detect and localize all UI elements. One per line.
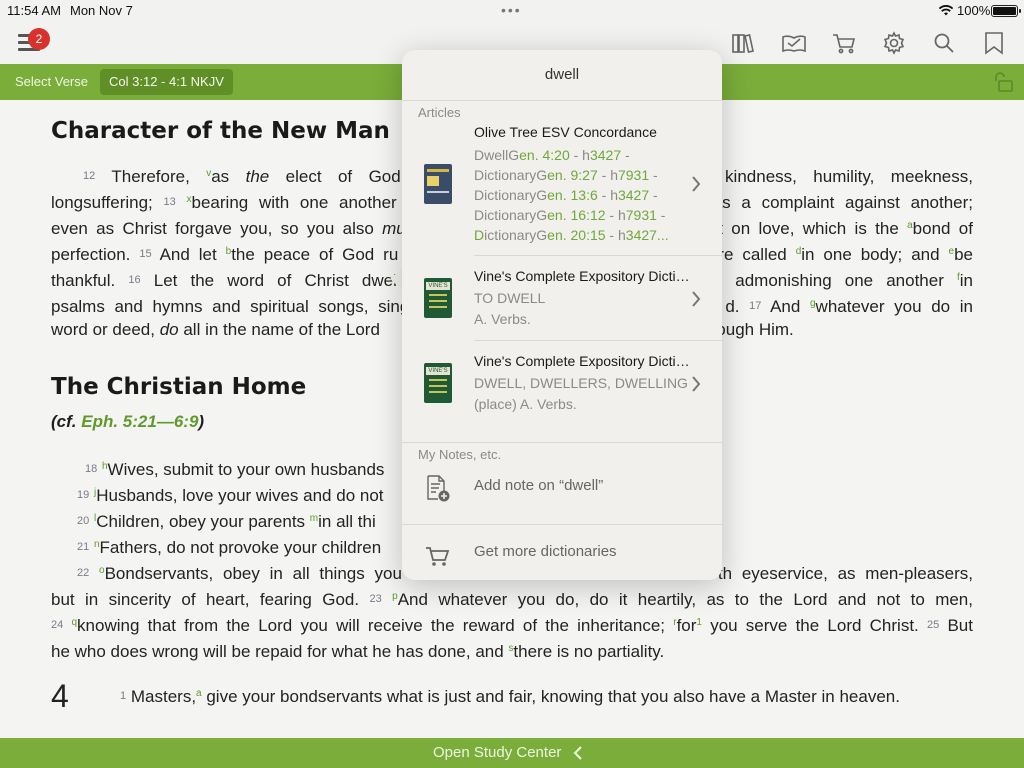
open-study-center-button[interactable]: Open Study Center xyxy=(433,744,561,761)
text-line[interactable]: but in sincerity of heart, fearing God. … xyxy=(51,584,973,610)
chapter-number: 4 xyxy=(51,678,69,714)
wifi-icon xyxy=(938,5,954,16)
text-line[interactable]: he who does wrong will be repaid for wha… xyxy=(51,636,973,662)
section-heading: Character of the New Man xyxy=(51,118,390,144)
article-entry-vines-to-dwell[interactable]: VINE'S Vine's Complete Expository Dictio… xyxy=(402,268,722,340)
chevron-right-icon xyxy=(692,176,701,192)
article-snippet: DwellGen. 4:20 - h3427 - xyxy=(474,147,630,163)
store-cart-icon[interactable] xyxy=(831,31,857,55)
text-line[interactable]: 24 qknowing that from the Lord you will … xyxy=(51,610,973,636)
article-snippet: DictionaryGen. 13:6 - h3427 - xyxy=(474,187,658,203)
article-entry-concordance[interactable]: Olive Tree ESV Concordance DwellGen. 4:2… xyxy=(402,122,722,256)
divider xyxy=(474,255,722,256)
article-snippet: (place) A. Verbs. xyxy=(474,396,577,412)
vines-book-cover-icon: VINE'S xyxy=(424,278,452,318)
notification-badge: 2 xyxy=(28,28,50,50)
reference-selector[interactable]: Col 3:12 - 4:1 NKJV xyxy=(100,69,233,95)
store-cart-icon xyxy=(426,547,450,566)
article-snippet: TO DWELL xyxy=(474,290,546,306)
reading-plan-icon[interactable] xyxy=(781,31,807,55)
article-snippet: DictionaryGen. 16:12 - h7931 - xyxy=(474,207,666,223)
lock-icon[interactable] xyxy=(990,71,1014,93)
divider xyxy=(402,524,722,525)
bookmark-icon[interactable] xyxy=(981,31,1007,55)
article-title: Vine's Complete Expository Dictionary xyxy=(474,353,690,369)
articles-section-label: Articles xyxy=(418,105,461,120)
status-bar: 11:54 AM Mon Nov 7 ••• 100% xyxy=(0,0,1024,22)
divider xyxy=(474,340,722,341)
get-more-dictionaries-button[interactable]: Get more dictionaries xyxy=(402,530,722,574)
vines-book-cover-icon: VINE'S xyxy=(424,363,452,403)
article-snippet: A. Verbs. xyxy=(474,311,531,327)
battery-icon xyxy=(991,5,1021,17)
cross-reference[interactable]: (cf. Eph. 5:21—6:9) xyxy=(51,412,204,432)
add-note-button[interactable]: Add note on “dwell” xyxy=(402,464,722,508)
article-entry-vines-dwellers[interactable]: VINE'S Vine's Complete Expository Dictio… xyxy=(402,353,722,425)
status-time: 11:54 AM xyxy=(7,3,61,18)
notes-section-label: My Notes, etc. xyxy=(418,447,502,462)
chevron-right-icon xyxy=(692,291,701,307)
search-icon[interactable] xyxy=(931,31,957,55)
article-snippet: DictionaryGen. 20:15 - h3427... xyxy=(474,227,669,243)
divider xyxy=(402,100,722,101)
divider xyxy=(402,442,722,443)
get-more-dictionaries-label: Get more dictionaries xyxy=(474,543,617,560)
status-date: Mon Nov 7 xyxy=(70,3,133,18)
chevron-right-icon xyxy=(692,376,701,392)
section-heading: The Christian Home xyxy=(51,374,307,400)
article-snippet: DWELL, DWELLERS, DWELLING xyxy=(474,375,688,391)
add-note-icon xyxy=(427,475,450,502)
bottom-bar: Open Study Center xyxy=(0,738,1024,768)
library-icon[interactable] xyxy=(731,31,757,55)
text-line[interactable]: 1 Masters,a give your bondservants what … xyxy=(120,681,980,707)
chevron-left-icon[interactable] xyxy=(572,745,584,761)
article-title: Vine's Complete Expository Dictionary xyxy=(474,268,690,284)
battery-percent: 100% xyxy=(957,3,991,18)
select-verse-button[interactable]: Select Verse xyxy=(15,74,88,89)
article-snippet: DictionaryGen. 9:27 - h7931 - xyxy=(474,167,658,183)
settings-gear-icon[interactable] xyxy=(881,31,907,55)
word-lookup-popover: dwell Articles Olive Tree ESV Concordanc… xyxy=(402,50,722,580)
concordance-book-cover-icon xyxy=(424,164,452,204)
multitasking-dots-icon[interactable]: ••• xyxy=(501,2,522,18)
popover-title: dwell xyxy=(544,66,580,83)
article-title: Olive Tree ESV Concordance xyxy=(474,124,657,140)
add-note-label: Add note on “dwell” xyxy=(474,477,604,494)
cross-reference-link[interactable]: Eph. 5:21—6:9 xyxy=(81,412,198,431)
